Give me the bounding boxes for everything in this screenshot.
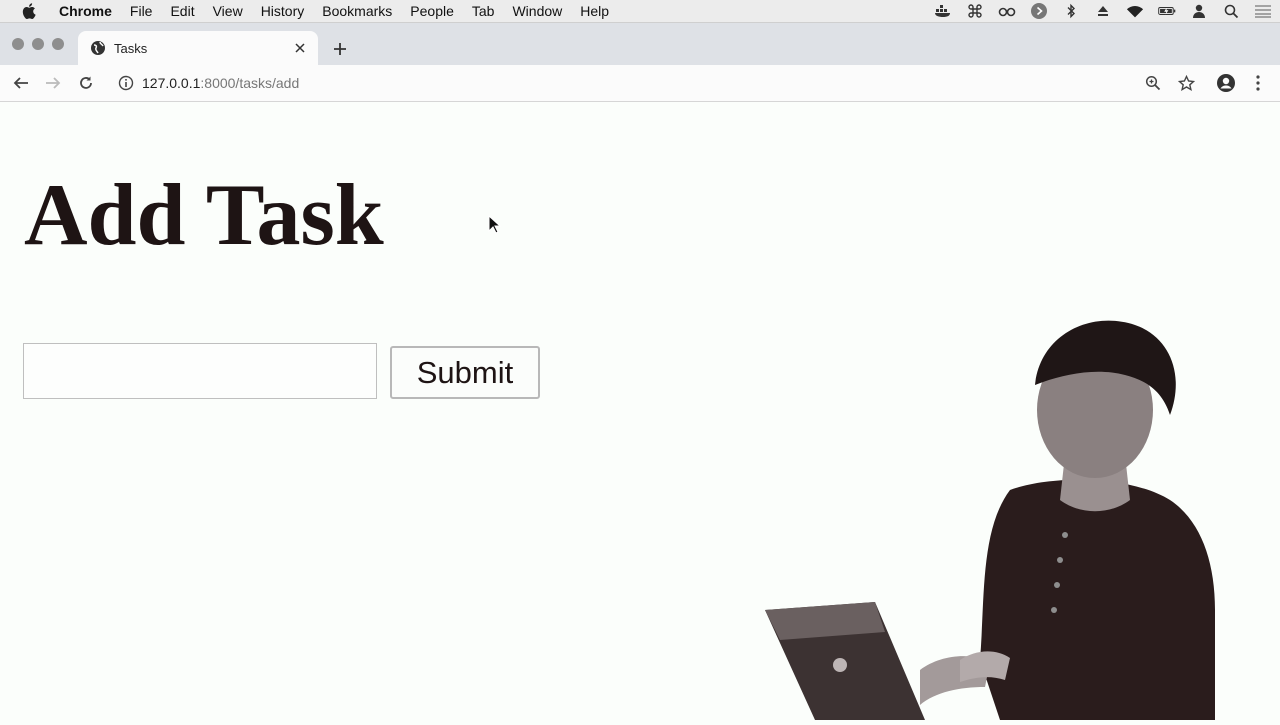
menu-window[interactable]: Window bbox=[503, 0, 571, 22]
spotlight-search-icon[interactable] bbox=[1222, 3, 1240, 19]
menu-chrome[interactable]: Chrome bbox=[50, 0, 121, 22]
minimize-window-button[interactable] bbox=[32, 38, 44, 50]
url-host: 127.0.0.1 bbox=[142, 75, 201, 91]
mouse-cursor-icon bbox=[488, 214, 502, 235]
bluetooth-icon[interactable] bbox=[1062, 3, 1080, 19]
notification-list-icon[interactable] bbox=[1254, 3, 1272, 19]
tab-tasks[interactable]: Tasks bbox=[78, 31, 318, 65]
reload-icon[interactable] bbox=[76, 73, 96, 93]
presenter-video-overlay bbox=[760, 315, 1230, 720]
browser-tab-strip: Tasks bbox=[0, 23, 1280, 65]
zoom-icon[interactable] bbox=[1143, 73, 1163, 93]
browser-toolbar: 127.0.0.1:8000/tasks/add bbox=[0, 65, 1280, 102]
menu-tab[interactable]: Tab bbox=[463, 0, 504, 22]
site-info-icon[interactable] bbox=[118, 75, 134, 91]
user-icon[interactable] bbox=[1190, 3, 1208, 19]
glasses-icon[interactable] bbox=[998, 3, 1016, 19]
macos-menu-bar: Chrome File Edit View History Bookmarks … bbox=[0, 0, 1280, 23]
task-input[interactable] bbox=[23, 343, 377, 399]
menu-help[interactable]: Help bbox=[571, 0, 618, 22]
tab-title: Tasks bbox=[114, 40, 148, 56]
zoom-window-button[interactable] bbox=[52, 38, 64, 50]
page-title: Add Task bbox=[24, 167, 384, 264]
back-arrow-icon[interactable] bbox=[11, 73, 31, 93]
chrome-menu-icon[interactable] bbox=[1248, 73, 1268, 93]
close-tab-icon[interactable] bbox=[292, 40, 308, 56]
forward-arrow-icon[interactable] bbox=[43, 73, 63, 93]
menu-edit[interactable]: Edit bbox=[161, 0, 203, 22]
wifi-icon[interactable] bbox=[1126, 3, 1144, 19]
command-icon[interactable] bbox=[966, 3, 984, 19]
play-circle-icon[interactable] bbox=[1030, 3, 1048, 19]
menu-history[interactable]: History bbox=[252, 0, 314, 22]
menu-people[interactable]: People bbox=[401, 0, 463, 22]
apple-logo-icon[interactable] bbox=[20, 2, 38, 20]
address-bar[interactable]: 127.0.0.1:8000/tasks/add bbox=[106, 69, 1206, 97]
new-tab-icon[interactable] bbox=[331, 40, 349, 58]
submit-button[interactable]: Submit bbox=[390, 346, 540, 399]
docker-icon[interactable] bbox=[934, 3, 952, 19]
eject-icon[interactable] bbox=[1094, 3, 1112, 19]
profile-avatar-icon[interactable] bbox=[1216, 73, 1236, 93]
menu-bookmarks[interactable]: Bookmarks bbox=[313, 0, 401, 22]
url-text[interactable]: 127.0.0.1:8000/tasks/add bbox=[142, 75, 299, 91]
globe-icon bbox=[90, 40, 106, 56]
url-path: :8000/tasks/add bbox=[200, 75, 300, 91]
battery-icon[interactable] bbox=[1158, 3, 1176, 19]
window-controls bbox=[12, 38, 64, 50]
menu-file[interactable]: File bbox=[121, 0, 162, 22]
close-window-button[interactable] bbox=[12, 38, 24, 50]
menu-bar-status-area bbox=[934, 0, 1272, 22]
menu-view[interactable]: View bbox=[204, 0, 252, 22]
bookmark-star-icon[interactable] bbox=[1176, 73, 1196, 93]
